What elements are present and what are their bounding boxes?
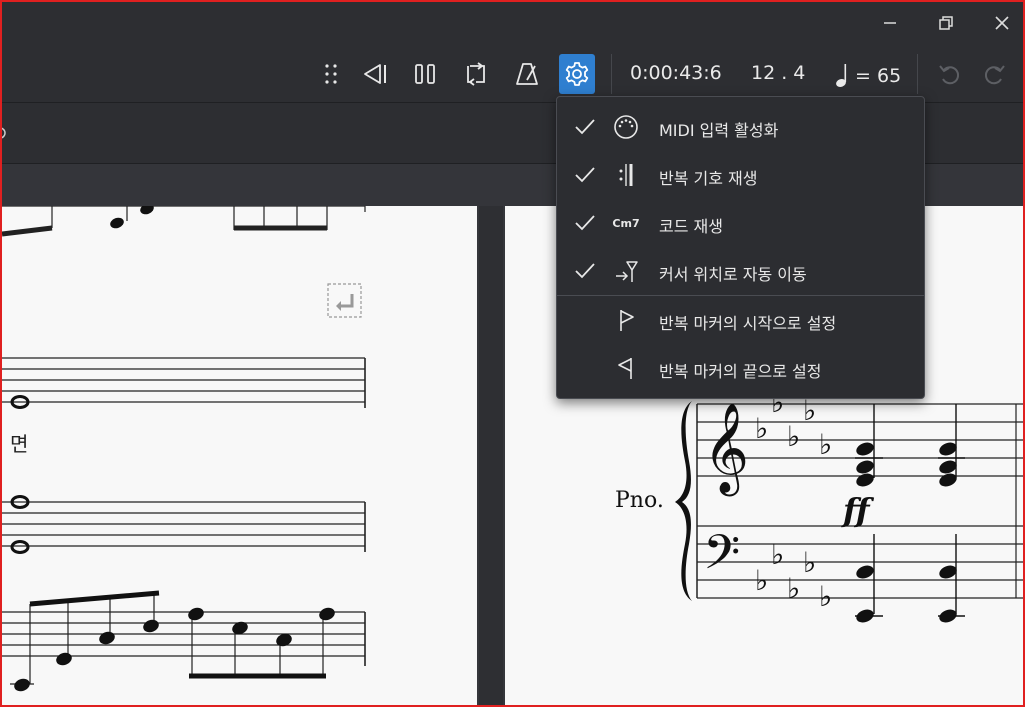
menu-item-set-loop-out[interactable]: 반복 마커의 끝으로 설정 xyxy=(557,344,924,392)
menu-item-label: 반복 기호 재생 xyxy=(659,169,758,188)
menu-item-midi-input[interactable]: MIDI 입력 활성화 xyxy=(557,103,924,151)
rewind-icon[interactable] xyxy=(356,54,392,94)
svg-text:𝄞: 𝄞 xyxy=(703,403,749,497)
restore-icon[interactable] xyxy=(928,8,964,38)
undo-icon[interactable] xyxy=(932,54,968,94)
check-icon xyxy=(575,119,595,135)
measure-position: 12 . 4 xyxy=(751,62,806,84)
chord-icon-text: Cm7 xyxy=(612,216,640,230)
chord-icon: Cm7 xyxy=(612,210,640,236)
playback-settings-menu: MIDI 입력 활성화 반복 기호 재생 Cm7 코드 재생 커서 위치로 자동… xyxy=(556,96,925,399)
menu-item-label: 코드 재생 xyxy=(659,217,723,236)
pause-icon[interactable] xyxy=(407,54,443,94)
menu-item-set-loop-in[interactable]: 반복 마커의 시작으로 설정 xyxy=(557,296,924,344)
truncated-icon xyxy=(0,123,10,143)
settings-icon[interactable] xyxy=(559,54,595,94)
lyric-text: 면 xyxy=(10,432,29,456)
tempo-display[interactable]: = 65 xyxy=(835,62,901,88)
svg-text:♭: ♭ xyxy=(787,420,800,453)
metronome-icon[interactable] xyxy=(509,54,545,94)
system-break-icon xyxy=(327,283,362,318)
playback-toolbar: 0:00:43:6 12 . 4 = 65 xyxy=(0,46,1025,103)
tempo-value: = 65 xyxy=(855,65,902,87)
svg-text:♭: ♭ xyxy=(803,546,816,579)
loop-icon[interactable] xyxy=(458,54,494,94)
check-icon xyxy=(575,167,595,183)
menu-item-label: 반복 마커의 시작으로 설정 xyxy=(659,314,837,333)
menu-item-play-chords[interactable]: Cm7 코드 재생 xyxy=(557,199,924,247)
midi-icon xyxy=(613,114,639,140)
pan-cursor-icon xyxy=(613,258,639,284)
redo-icon[interactable] xyxy=(976,54,1012,94)
loop-in-flag-icon xyxy=(613,307,639,333)
svg-text:♭: ♭ xyxy=(819,428,832,461)
page-gap xyxy=(477,206,505,705)
menu-item-pan-to-cursor[interactable]: 커서 위치로 자동 이동 xyxy=(557,247,924,295)
minimize-icon[interactable] xyxy=(872,8,908,38)
dynamic-marking[interactable]: ff xyxy=(843,491,869,529)
quarter-note-icon xyxy=(836,64,847,87)
check-icon xyxy=(575,215,595,231)
svg-text:♭: ♭ xyxy=(771,538,784,571)
svg-text:♭: ♭ xyxy=(755,412,768,445)
loop-out-flag-icon xyxy=(613,355,639,381)
title-bar xyxy=(0,0,1025,46)
menu-item-label: MIDI 입력 활성화 xyxy=(659,121,779,140)
svg-text:♭: ♭ xyxy=(787,572,800,605)
score-left-drawing xyxy=(2,206,366,692)
repeat-sign-icon xyxy=(613,162,639,188)
drag-handle-icon[interactable] xyxy=(313,54,349,94)
svg-text:𝄢: 𝄢 xyxy=(703,524,740,592)
close-icon[interactable] xyxy=(984,8,1020,38)
check-icon xyxy=(575,263,595,279)
svg-text:♭: ♭ xyxy=(819,580,832,613)
playback-time: 0:00:43:6 xyxy=(630,62,722,84)
score-page-left[interactable]: 면 xyxy=(2,206,477,705)
menu-item-label: 커서 위치로 자동 이동 xyxy=(659,265,807,284)
menu-item-play-repeats[interactable]: 반복 기호 재생 xyxy=(557,151,924,199)
svg-text:♭: ♭ xyxy=(755,564,768,597)
menu-item-label: 반복 마커의 끝으로 설정 xyxy=(659,362,822,381)
instrument-label: Pno. xyxy=(615,488,664,513)
